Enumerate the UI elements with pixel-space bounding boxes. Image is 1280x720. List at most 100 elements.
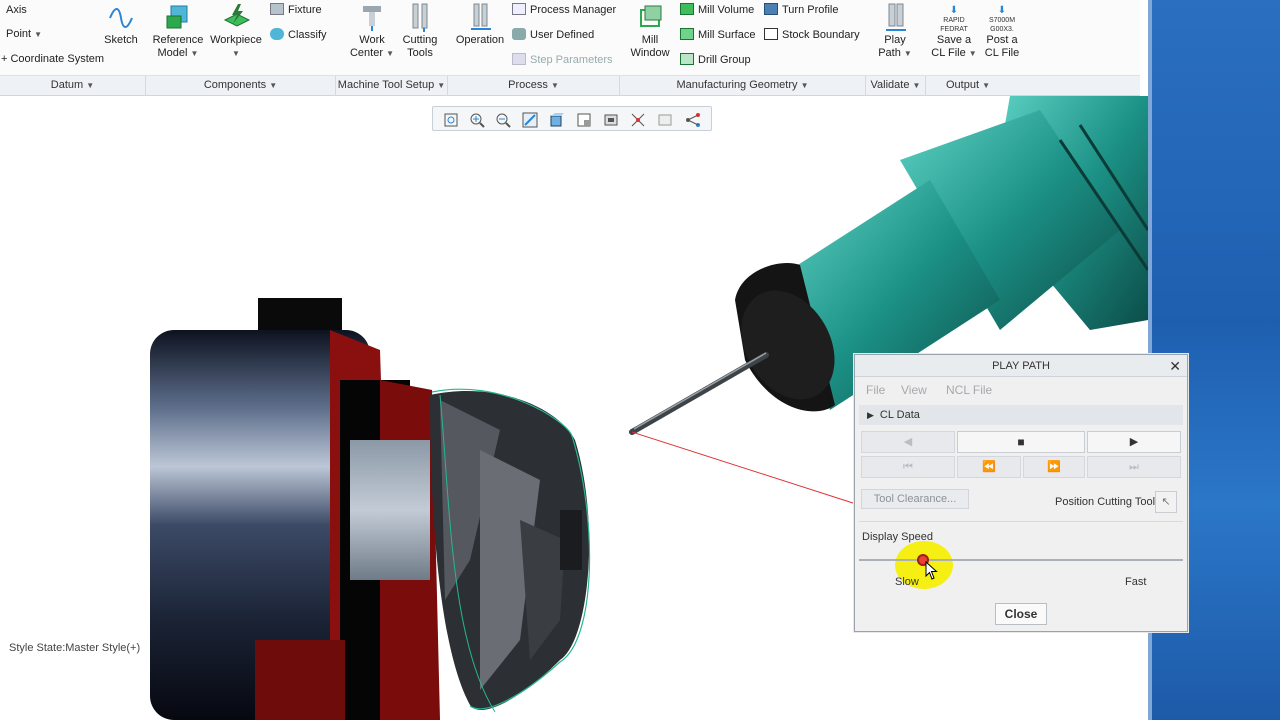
position-cutting-tool-button[interactable]: ↖ <box>1155 491 1177 513</box>
operation-icon <box>471 3 491 30</box>
work-center-button[interactable]: Work Center ▼ <box>346 2 398 60</box>
rewind-start-button[interactable]: ⏮ <box>861 456 955 478</box>
user-defined-label: User Defined <box>530 29 595 41</box>
point-label: Point <box>6 28 32 40</box>
play-path-dialog: PLAY PATH ✕ File View NCL File ▶ CL Data … <box>854 354 1188 632</box>
saved-views-icon[interactable] <box>574 110 594 128</box>
reference-model-button[interactable]: Reference Model ▼ <box>150 2 206 60</box>
axis-button[interactable]: Axis <box>6 3 27 17</box>
spin-center-icon[interactable] <box>683 110 703 128</box>
play-path-icon <box>886 3 906 31</box>
reference-model-label-1: Reference <box>152 34 204 46</box>
group-process[interactable]: Process ▼ <box>448 76 620 96</box>
toolpath-line <box>631 431 857 505</box>
drill-group-button[interactable]: Drill Group <box>680 53 751 67</box>
skip-end-button[interactable]: ⏭ <box>1087 456 1181 478</box>
play-backward-button[interactable]: ◀ <box>861 431 955 453</box>
group-output[interactable]: Output ▼ <box>926 76 1010 96</box>
menu-view[interactable]: View <box>901 383 927 397</box>
cl-data-label: CL Data <box>879 409 920 421</box>
group-manufacturing-geometry[interactable]: Manufacturing Geometry ▼ <box>620 76 866 96</box>
chevron-down-icon: ▼ <box>232 49 240 58</box>
reference-model-icon <box>166 5 188 29</box>
process-manager-icon <box>512 3 526 15</box>
cutting-tool <box>629 352 769 435</box>
point-button[interactable]: Point ▼ <box>6 27 42 42</box>
mill-volume-icon <box>680 3 694 15</box>
stop-button[interactable]: ■ <box>957 431 1085 453</box>
post-cl-icon: ⬇ S7000M G00X3. <box>988 5 1016 34</box>
play-path-label-2: Path ▼ <box>878 47 912 59</box>
fixture-button[interactable]: Fixture <box>270 3 322 17</box>
play-backward-icon: ◀ <box>903 436 913 448</box>
ribbon-group-bar: Datum ▼ Components ▼ Machine Tool Setup … <box>0 75 1140 96</box>
sketch-button[interactable]: Sketch <box>102 4 140 47</box>
pointer-icon: ↖ <box>1161 496 1171 508</box>
group-machine-tool-setup[interactable]: Machine Tool Setup ▼ <box>336 76 448 96</box>
classify-label: Classify <box>288 29 327 41</box>
save-cl-label-1: Save a <box>936 34 972 46</box>
mill-surface-button[interactable]: Mill Surface <box>680 28 755 42</box>
mill-volume-label: Mill Volume <box>698 4 755 16</box>
fast-label: Fast <box>1125 576 1147 588</box>
step-forward-button[interactable]: ⏩ <box>1023 456 1085 478</box>
sketch-label: Sketch <box>104 34 138 46</box>
mill-window-label-2: Window <box>630 47 670 59</box>
play-path-label-1: Play <box>884 34 906 46</box>
zoom-in-icon[interactable] <box>467 110 487 128</box>
classify-icon <box>270 28 284 40</box>
slow-label: Slow <box>895 576 919 588</box>
process-manager-button[interactable]: Process Manager <box>512 3 616 17</box>
display-style-icon[interactable] <box>547 110 567 128</box>
sketch-icon <box>109 8 133 28</box>
group-components[interactable]: Components ▼ <box>146 76 336 96</box>
turn-profile-button[interactable]: Turn Profile <box>764 3 838 17</box>
mouse-pointer-icon <box>925 561 938 580</box>
operation-button[interactable]: Operation <box>452 2 508 47</box>
user-defined-button[interactable]: User Defined <box>512 28 594 42</box>
group-datum[interactable]: Datum ▼ <box>0 76 146 96</box>
coordinate-system-button[interactable]: + Coordinate System <box>1 52 104 66</box>
mill-window-icon <box>640 5 662 27</box>
stock-boundary-button[interactable]: Stock Boundary <box>764 28 860 42</box>
stock-boundary-icon <box>764 28 778 40</box>
step-back-button[interactable]: ⏪ <box>957 456 1021 478</box>
step-back-icon: ⏪ <box>982 461 996 473</box>
annotation-icon[interactable] <box>655 110 675 128</box>
save-cl-file-button[interactable]: ⬇ RAPID FEDRAT Save a CL File ▼ <box>928 2 980 60</box>
classify-button[interactable]: Classify <box>270 28 327 42</box>
refit-icon[interactable] <box>441 110 461 128</box>
dialog-menu-bar: File View NCL File <box>855 381 1187 401</box>
zoom-out-icon[interactable] <box>493 110 513 128</box>
step-parameters-button[interactable]: Step Parameters <box>512 53 613 67</box>
datum-display-icon[interactable] <box>628 110 648 128</box>
dialog-title-bar[interactable]: PLAY PATH ✕ <box>855 355 1187 377</box>
separator <box>859 521 1183 522</box>
user-defined-icon <box>512 28 526 40</box>
display-speed-slider[interactable] <box>859 559 1183 561</box>
close-button[interactable]: Close <box>995 603 1047 625</box>
post-cl-file-button[interactable]: ⬇ S7000M G00X3. Post a CL File <box>980 2 1024 60</box>
menu-file[interactable]: File <box>866 383 885 397</box>
cutting-tools-icon <box>412 3 428 32</box>
play-forward-button[interactable]: ▶ <box>1087 431 1181 453</box>
stock-boundary-label: Stock Boundary <box>782 29 860 41</box>
post-cl-label-1: Post a <box>986 34 1018 46</box>
mill-volume-button[interactable]: Mill Volume <box>680 3 754 17</box>
mill-window-label-1: Mill <box>641 34 659 46</box>
view-manager-icon[interactable] <box>601 110 621 128</box>
chuck-fixture <box>150 298 440 720</box>
position-cutting-tool-label: Position Cutting Tool <box>1055 496 1156 508</box>
chevron-down-icon: ▼ <box>34 30 43 39</box>
cutting-tools-button[interactable]: Cutting Tools <box>398 2 442 60</box>
tool-clearance-button[interactable]: Tool Clearance... <box>861 489 969 509</box>
repaint-icon[interactable] <box>520 110 540 128</box>
cutting-tools-label-1: Cutting <box>402 34 438 46</box>
workpiece-button[interactable]: Workpiece ▼ <box>208 2 264 60</box>
menu-ncl-file[interactable]: NCL File <box>946 383 992 397</box>
mill-window-button[interactable]: Mill Window <box>626 2 674 60</box>
group-validate[interactable]: Validate ▼ <box>866 76 926 96</box>
play-path-button[interactable]: Play Path ▼ <box>872 2 918 60</box>
cl-data-expander[interactable]: ▶ CL Data <box>859 405 1183 425</box>
close-icon[interactable]: ✕ <box>1169 356 1181 376</box>
